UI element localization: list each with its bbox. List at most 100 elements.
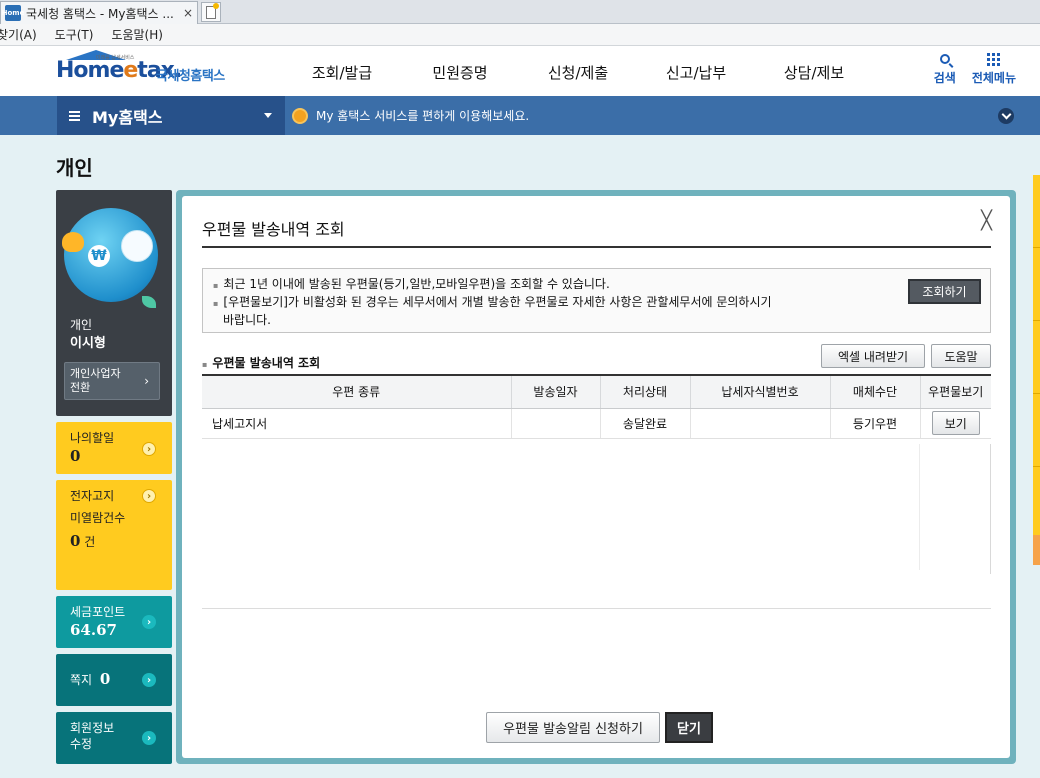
mail-history-dialog: 우편물 발송내역 조회 ╳ 최근 1년 이내에 발송된 우편물(등기,일반,모바…: [182, 196, 1010, 758]
info-line-3: 바랍니다.: [223, 313, 271, 327]
title-divider: [202, 246, 991, 248]
all-menu-label: 전체메뉴: [971, 71, 1016, 85]
e-notice-label-line2: 미열람건수: [70, 511, 126, 525]
profile-panel: ₩ 개인 이시형 개인사업자 전환 ›: [56, 190, 172, 416]
dialog-title: 우편물 발송내역 조회: [202, 220, 345, 239]
cell-mail-type: 납세고지서: [202, 408, 511, 439]
info-line-1: 최근 1년 이내에 발송된 우편물(등기,일반,모바일우편)을 조회할 수 있습…: [213, 275, 609, 292]
nav-inquiry-issue[interactable]: 조회/발급: [283, 62, 401, 83]
new-tab-button[interactable]: [201, 2, 221, 22]
hometax-favicon-icon: Home: [2, 5, 24, 21]
column-header-taxpayer-id: 납세자식별번호: [689, 374, 830, 409]
nav-civil-certificate[interactable]: 민원증명: [401, 62, 519, 83]
nav-apply-submit[interactable]: 신청/제출: [519, 62, 637, 83]
column-header-mail-type: 우편 종류: [202, 374, 511, 409]
info-line-2: [우편물보기]가 비활성화 된 경우는 세무서에서 개별 발송한 우편물로 자세…: [213, 293, 771, 310]
arrow-right-icon: ›: [142, 489, 156, 503]
menu-find[interactable]: 찾기(A): [0, 26, 37, 43]
switch-label-line2: 전환: [70, 381, 91, 394]
utility-menu: 검색 전체메뉴: [934, 50, 1016, 86]
my-tasks-card[interactable]: 나의할일 0 ›: [56, 422, 172, 474]
my-hometax-menu-toggle[interactable]: My홈택스: [57, 96, 285, 135]
messages-label: 쪽지: [70, 673, 93, 687]
my-hometax-title: My홈택스: [92, 107, 163, 127]
hometax-logo[interactable]: 미래를 납세서비스 Homeetax. 국세청홈택스: [56, 50, 246, 90]
mail-history-table: 우편 종류 발송일자 처리상태 납세자식별번호 매체수단 우편물보기 납세고지서…: [202, 374, 991, 439]
excel-download-button[interactable]: 엑셀 내려받기: [821, 344, 925, 368]
table-row: 납세고지서 송달완료 등기우편 보기: [202, 408, 991, 439]
column-header-status: 처리상태: [599, 374, 690, 409]
right-quick-menu-strip[interactable]: [1033, 175, 1040, 565]
heart-icon: [62, 232, 84, 252]
search-label: 검색: [933, 71, 956, 85]
chevron-down-icon[interactable]: [998, 108, 1014, 124]
column-header-send-date: 발송일자: [510, 374, 600, 409]
page-title: 개인: [56, 156, 93, 180]
browser-tab-bar: Home 국세청 홈택스 - My홈택스 ... ×: [0, 0, 1040, 24]
bottom-divider: [202, 608, 991, 609]
caret-down-icon: [264, 113, 272, 118]
new-tab-icon: [206, 2, 219, 19]
tab-close-icon[interactable]: ×: [183, 6, 193, 20]
e-notice-unit: 건: [84, 535, 96, 549]
my-hometax-notice: My 홈택스 서비스를 편하게 이용해보세요.: [294, 107, 529, 124]
switch-label-line1: 개인사업자: [70, 367, 121, 380]
query-button[interactable]: 조회하기: [908, 279, 981, 304]
e-notice-count: 0 건: [70, 532, 158, 550]
arrow-right-icon: ›: [142, 673, 156, 687]
e-notice-value: 0: [70, 532, 81, 550]
info-box: 최근 1년 이내에 발송된 우편물(등기,일반,모바일우편)을 조회할 수 있습…: [202, 268, 991, 333]
logo-subtitle: 국세청홈택스: [156, 69, 225, 84]
profile-type: 개인: [70, 318, 93, 332]
nav-consult-report[interactable]: 상담/제보: [755, 62, 873, 83]
close-icon[interactable]: ╳: [981, 210, 992, 231]
section-title: 우편물 발송내역 조회: [202, 354, 320, 371]
mail-history-dialog-frame: 우편물 발송내역 조회 ╳ 최근 1년 이내에 발송된 우편물(등기,일반,모바…: [176, 190, 1016, 764]
logo-e: e: [123, 58, 138, 83]
messages-value: 0: [99, 670, 111, 688]
messages-card[interactable]: 쪽지 0 ›: [56, 654, 172, 706]
site-header: 미래를 납세서비스 Homeetax. 국세청홈택스 조회/발급 민원증명 신청…: [0, 46, 1040, 96]
search-button[interactable]: 검색: [934, 50, 956, 86]
arrow-right-icon: ›: [142, 615, 156, 629]
cell-media: 등기우편: [829, 408, 920, 439]
menu-tools[interactable]: 도구(T): [55, 26, 94, 43]
smile-face-icon: [121, 230, 153, 262]
member-info-card[interactable]: 회원정보 수정 ›: [56, 712, 172, 764]
cell-send-date: [510, 408, 600, 439]
close-button[interactable]: 닫기: [665, 712, 713, 743]
mail-alert-apply-button[interactable]: 우편물 발송알림 신청하기: [486, 712, 660, 743]
nav-report-pay[interactable]: 신고/납부: [637, 62, 755, 83]
view-mail-button[interactable]: 보기: [931, 411, 980, 435]
e-notice-card[interactable]: 전자고지 미열람건수 0 건 ›: [56, 480, 172, 590]
table-scroll-area[interactable]: [202, 444, 991, 574]
tax-points-card[interactable]: 세금포인트 64.67 ›: [56, 596, 172, 648]
my-hometax-bar: My홈택스 My 홈택스 서비스를 편하게 이용해보세요.: [0, 96, 1040, 135]
profile-name: 이시형: [70, 336, 106, 351]
browser-menu-bar: 찾기(A) 도구(T) 도움말(H): [0, 24, 1040, 46]
column-header-view: 우편물보기: [919, 374, 991, 409]
switch-to-business-button[interactable]: 개인사업자 전환 ›: [64, 362, 160, 400]
arrow-right-icon: ›: [142, 731, 156, 745]
table-header-row: 우편 종류 발송일자 처리상태 납세자식별번호 매체수단 우편물보기: [202, 374, 991, 409]
tab-title: 국세청 홈택스 - My홈택스 ...: [26, 6, 174, 21]
cell-taxpayer-id: [689, 408, 830, 439]
all-menu-button[interactable]: 전체메뉴: [972, 50, 1016, 86]
search-icon: [939, 50, 950, 68]
won-coin-icon: ₩: [88, 245, 110, 267]
grid-menu-icon: [987, 50, 1001, 68]
chevron-right-icon: ›: [144, 374, 149, 388]
arrow-right-icon: ›: [142, 442, 156, 456]
notice-text: My 홈택스 서비스를 편하게 이용해보세요.: [316, 109, 530, 123]
column-header-media: 매체수단: [829, 374, 920, 409]
help-button[interactable]: 도움말: [931, 344, 991, 368]
cell-status: 송달완료: [599, 408, 690, 439]
logo-home: Home: [56, 58, 124, 83]
cell-view: 보기: [919, 408, 991, 439]
leaf-icon: [142, 296, 156, 308]
hamburger-icon: [69, 110, 80, 121]
global-nav: 조회/발급 민원증명 신청/제출 신고/납부 상담/제보: [283, 62, 873, 83]
browser-tab[interactable]: Home 국세청 홈택스 - My홈택스 ... ×: [0, 1, 198, 24]
menu-help[interactable]: 도움말(H): [111, 26, 163, 43]
flower-icon: [294, 109, 306, 122]
